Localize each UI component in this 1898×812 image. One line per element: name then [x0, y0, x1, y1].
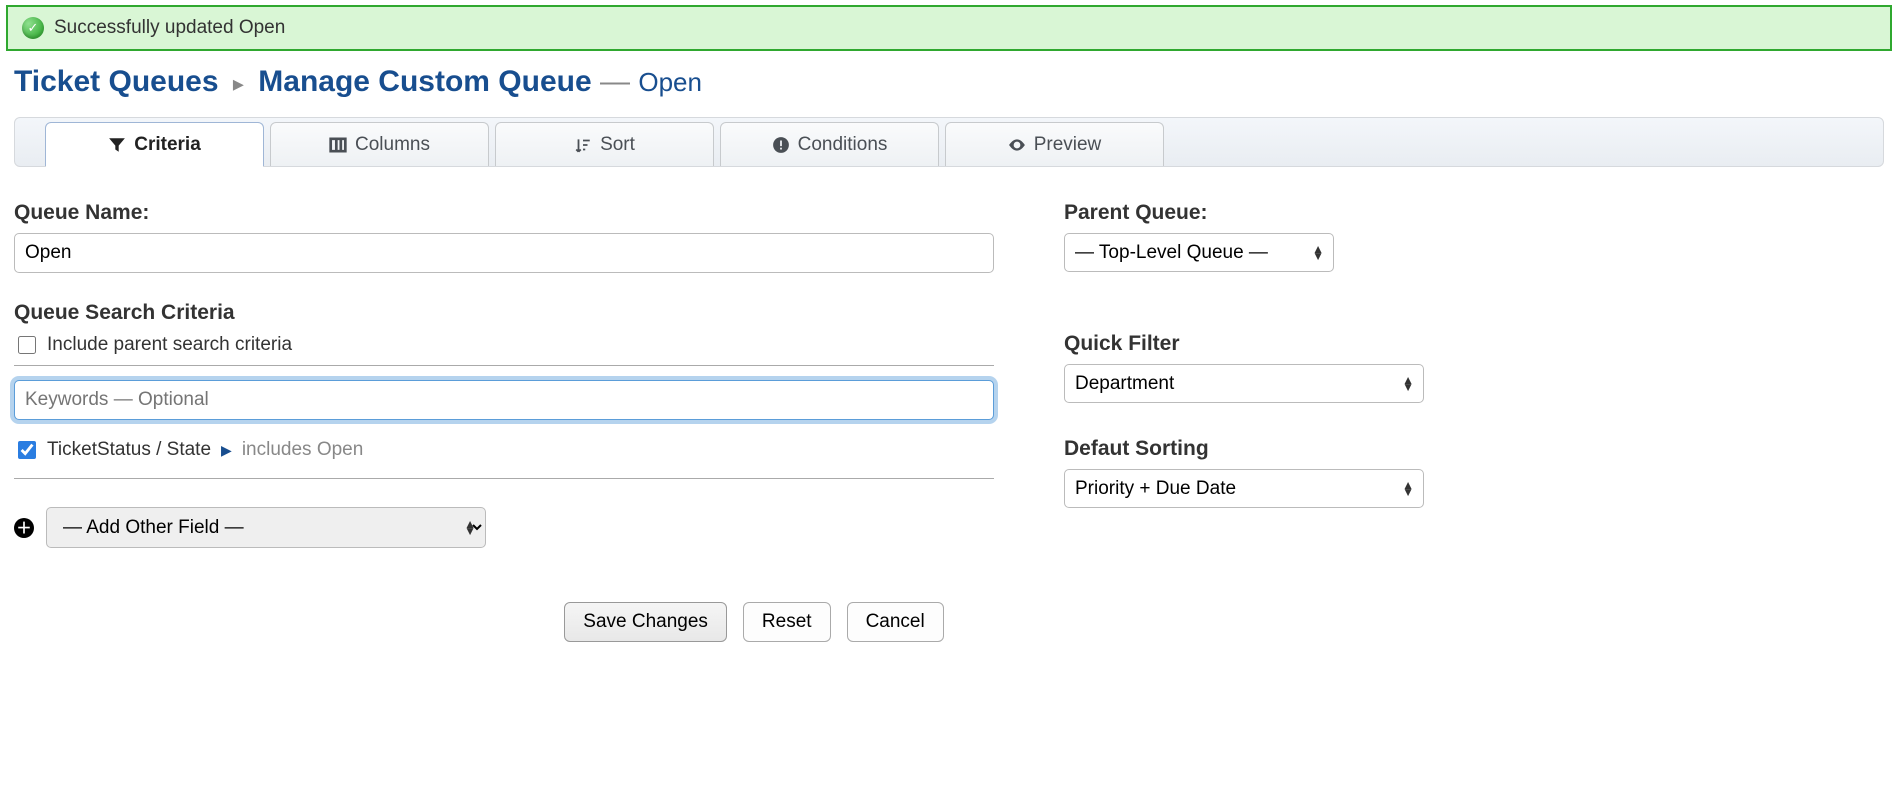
success-alert: ✓ Successfully updated Open [6, 5, 1892, 51]
cancel-button[interactable]: Cancel [847, 602, 944, 642]
include-parent-checkbox[interactable] [18, 336, 36, 354]
tab-sort-label: Sort [600, 134, 635, 156]
title-separator: — [600, 65, 630, 98]
queue-name-input[interactable] [14, 233, 994, 273]
page-title: Ticket Queues ▸ Manage Custom Queue — Op… [14, 65, 1884, 99]
divider [14, 365, 994, 366]
default-sorting-select[interactable]: Priority + Due Date [1064, 469, 1424, 508]
parent-queue-label: Parent Queue: [1064, 201, 1494, 225]
save-button[interactable]: Save Changes [564, 602, 727, 642]
criterion-field: TicketStatus / State [47, 439, 211, 461]
include-parent-row[interactable]: Include parent search criteria [14, 333, 994, 357]
tab-conditions[interactable]: Conditions [720, 122, 939, 166]
sort-icon [574, 136, 592, 154]
breadcrumb-ticket-queues[interactable]: Ticket Queues [14, 65, 219, 98]
alert-circle-icon [772, 136, 790, 154]
tab-preview-label: Preview [1034, 134, 1102, 156]
breadcrumb-manage-queue[interactable]: Manage Custom Queue [258, 65, 591, 98]
add-field-row: ＋ — Add Other Field — ▲▼ [14, 493, 994, 562]
quick-filter-label: Quick Filter [1064, 332, 1494, 356]
check-circle-icon: ✓ [22, 17, 44, 39]
filter-icon [108, 136, 126, 154]
tab-conditions-label: Conditions [798, 134, 888, 156]
tab-criteria[interactable]: Criteria [45, 122, 264, 166]
queue-name-label: Queue Name: [14, 201, 994, 225]
tab-criteria-label: Criteria [134, 134, 201, 156]
alert-message: Successfully updated Open [54, 17, 285, 39]
add-field-select[interactable]: — Add Other Field — [46, 507, 486, 548]
default-sorting-label: Defaut Sorting [1064, 437, 1494, 461]
divider [14, 478, 994, 479]
criterion-op: includes Open [242, 439, 363, 461]
include-parent-label: Include parent search criteria [47, 334, 292, 356]
tab-preview[interactable]: Preview [945, 122, 1164, 166]
tab-columns-label: Columns [355, 134, 430, 156]
tab-bar: Criteria Columns Sort Conditions Preview [14, 117, 1884, 167]
reset-button[interactable]: Reset [743, 602, 831, 642]
columns-icon [329, 136, 347, 154]
criteria-label: Queue Search Criteria [14, 301, 994, 325]
criterion-checkbox[interactable] [18, 441, 36, 459]
criterion-row: TicketStatus / State ▶ includes Open [14, 420, 994, 470]
plus-circle-icon[interactable]: ＋ [14, 518, 34, 538]
tab-sort[interactable]: Sort [495, 122, 714, 166]
eye-icon [1008, 136, 1026, 154]
chevron-right-icon: ▸ [233, 71, 244, 96]
button-row: Save Changes Reset Cancel [14, 602, 1494, 642]
title-suffix: Open [638, 67, 702, 97]
quick-filter-select[interactable]: Department [1064, 364, 1424, 403]
caret-right-icon: ▶ [221, 442, 232, 459]
tab-columns[interactable]: Columns [270, 122, 489, 166]
parent-queue-select[interactable]: — Top-Level Queue — [1064, 233, 1334, 272]
keywords-input[interactable] [14, 380, 994, 420]
